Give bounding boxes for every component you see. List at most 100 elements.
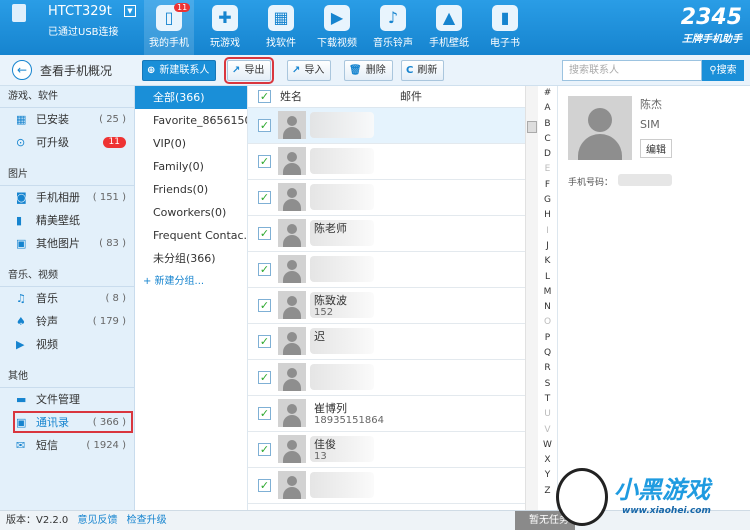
alphabet-letter[interactable]: T [538,392,557,407]
alphabet-letter[interactable]: Z [538,484,557,499]
alphabet-letter[interactable]: B [538,117,557,132]
nav-wallpaper[interactable]: ▲ 手机壁纸 [424,0,474,55]
contact-row[interactable]: ✓ 陈老师 [248,216,525,252]
alphabet-letter[interactable]: # [538,86,557,101]
group-item[interactable]: Family(0) [135,155,247,178]
alphabet-letter[interactable]: J [538,239,557,254]
search-input[interactable]: 搜索联系人 [562,60,702,81]
contact-row[interactable]: ✓ [248,108,525,144]
contact-row[interactable]: ✓ [248,144,525,180]
contact-row[interactable]: ✓ [248,360,525,396]
device-dropdown-icon[interactable]: ▼ [124,5,136,17]
sidebar-item-contacts[interactable]: ▣ 通讯录( 366 ) [0,411,134,434]
sidebar-item-other-pictures[interactable]: ▣ 其他图片( 83 ) [0,232,134,255]
alphabet-letter[interactable]: X [538,453,557,468]
sidebar-item-sms[interactable]: ✉ 短信( 1924 ) [0,434,134,457]
contact-row[interactable]: ✓ 陈致波 152 [248,288,525,324]
row-checkbox[interactable]: ✓ [258,371,271,384]
contact-row[interactable]: ✓ 佳俊 13 [248,432,525,468]
blurred-info [310,256,374,282]
group-item[interactable]: Frequent Contac... [135,224,247,247]
alphabet-letter[interactable]: I [538,224,557,239]
alphabet-letter[interactable]: W [538,438,557,453]
group-item[interactable]: 全部(366) [135,86,247,109]
group-item[interactable]: Friends(0) [135,178,247,201]
row-checkbox[interactable]: ✓ [258,191,271,204]
contact-row[interactable]: ✓ [248,252,525,288]
row-checkbox[interactable]: ✓ [258,335,271,348]
alphabet-letter[interactable]: A [538,101,557,116]
select-all-checkbox[interactable]: ✓ [258,90,271,103]
row-checkbox[interactable]: ✓ [258,479,271,492]
export-button[interactable]: ↗ 导出 [223,57,275,84]
sidebar-item-wallpaper[interactable]: ▮ 精美壁纸 [0,209,134,232]
sidebar-item-album[interactable]: ◙ 手机相册( 151 ) [0,186,134,209]
alphabet-letter[interactable]: Y [538,468,557,483]
contact-row[interactable]: ✓ [248,180,525,216]
alphabet-letter[interactable]: E [538,162,557,177]
alphabet-letter[interactable]: L [538,270,557,285]
alphabet-index: # A B C D E F G H I J K L M N O P Q R S T U V W X Y Z [538,86,558,510]
avatar [278,471,306,499]
avatar [278,219,306,247]
alphabet-letter[interactable]: M [538,285,557,300]
nav-phone[interactable]: ▯ 11 我的手机 [144,0,194,55]
alphabet-letter[interactable]: G [538,193,557,208]
feedback-link[interactable]: 意见反馈 [77,515,117,526]
alphabet-letter[interactable]: K [538,254,557,269]
row-checkbox[interactable]: ✓ [258,299,271,312]
sidebar-item-installed[interactable]: ▦ 已安装( 25 ) [0,108,134,131]
edit-button[interactable]: 编辑 [640,139,672,158]
alphabet-letter[interactable]: Q [538,346,557,361]
nav-app-store[interactable]: ▦ 找软件 [256,0,306,55]
alphabet-letter[interactable]: U [538,407,557,422]
alphabet-letter[interactable]: O [538,315,557,330]
search-button[interactable]: ⚲搜索 [702,60,744,81]
nav-video[interactable]: ▶ 下载视频 [312,0,362,55]
delete-button[interactable]: 🗑 删除 [344,60,393,81]
back-to-overview-button[interactable]: ← 查看手机概况 [12,60,112,80]
row-checkbox[interactable]: ✓ [258,263,271,276]
new-contact-button[interactable]: ⊕ 新建联系人 [142,60,217,81]
sidebar-item-video[interactable]: ▶ 视频 [0,333,134,356]
contact-row[interactable]: ✓ 迟 [248,324,525,360]
row-checkbox[interactable]: ✓ [258,155,271,168]
column-name[interactable]: 姓名 [280,86,302,108]
check-update-link[interactable]: 检查升级 [127,515,167,526]
group-item[interactable]: Favorite_8656150... [135,109,247,132]
refresh-button[interactable]: C 刷新 [401,60,445,81]
nav-music[interactable]: ♪ 音乐铃声 [368,0,418,55]
alphabet-letter[interactable]: V [538,423,557,438]
row-checkbox[interactable]: ✓ [258,119,271,132]
row-checkbox[interactable]: ✓ [258,227,271,240]
import-button[interactable]: ↗ 导入 [287,60,332,81]
alphabet-letter[interactable]: N [538,300,557,315]
column-email[interactable]: 邮件 [400,86,422,108]
scrollbar[interactable] [525,86,538,510]
alphabet-letter[interactable]: P [538,331,557,346]
alphabet-letter[interactable]: R [538,361,557,376]
nav-gamepad[interactable]: ✚ 玩游戏 [200,0,250,55]
sidebar-item-upgrade[interactable]: ⊙ 可升级 11 [0,131,134,154]
sidebar-item-ringtone[interactable]: ♠ 铃声( 179 ) [0,310,134,333]
group-item[interactable]: 未分组(366) [135,247,247,270]
blurred-info [310,364,374,390]
image-icon: ▣ [16,237,27,250]
alphabet-letter[interactable]: C [538,132,557,147]
alphabet-letter[interactable]: S [538,377,557,392]
back-arrow-icon: ← [12,60,32,80]
avatar [278,111,306,139]
group-item[interactable]: Coworkers(0) [135,201,247,224]
contact-row[interactable]: ✓ 崔博列 18935151864 [248,396,525,432]
row-checkbox[interactable]: ✓ [258,443,271,456]
new-group-link[interactable]: + 新建分组... [135,270,247,293]
alphabet-letter[interactable]: D [538,147,557,162]
contact-row[interactable]: ✓ [248,468,525,504]
sidebar-item-music[interactable]: ♫ 音乐( 8 ) [0,287,134,310]
group-item[interactable]: VIP(0) [135,132,247,155]
alphabet-letter[interactable]: F [538,178,557,193]
sidebar-item-files[interactable]: ▬ 文件管理 [0,388,134,411]
row-checkbox[interactable]: ✓ [258,407,271,420]
alphabet-letter[interactable]: H [538,208,557,223]
nav-book[interactable]: ▮ 电子书 [480,0,530,55]
